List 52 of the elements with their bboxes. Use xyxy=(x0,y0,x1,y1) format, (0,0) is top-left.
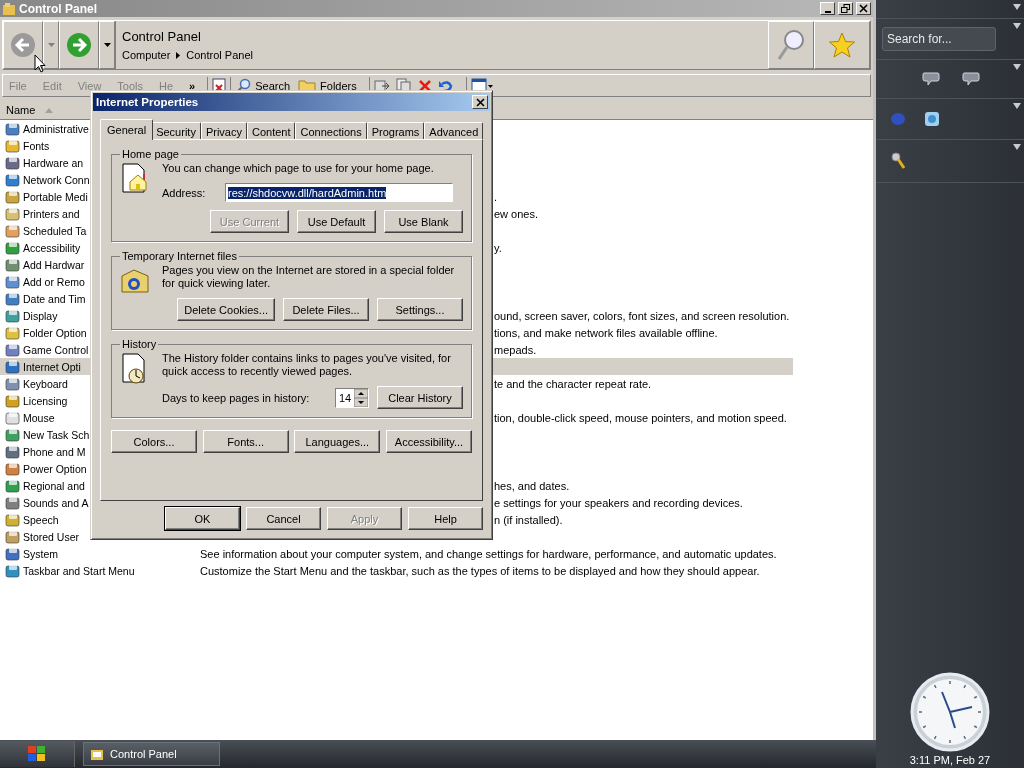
item-description: Customize the Start Menu and the taskbar, such as the types of items to be displayed and how they should appear. xyxy=(199,564,760,577)
item-description: n (if installed). xyxy=(493,513,563,526)
item-name: Sounds and A xyxy=(23,496,89,509)
field-label: Address: xyxy=(162,186,207,199)
item-description: . xyxy=(493,190,498,203)
clock-time: 3:11 PM, Feb 27 xyxy=(909,754,991,766)
group-description: You can change which page to use for your home page. xyxy=(162,162,435,175)
group-title: Temporary Internet files xyxy=(121,250,238,262)
item-description: ound, screen saver, colors, font sizes, and screen resolution. xyxy=(493,309,790,322)
item-name: Folder Option xyxy=(23,326,87,339)
item-description: y. xyxy=(493,241,502,254)
item-name: Game Control xyxy=(23,343,89,356)
item-description: tion, double-click speed, mouse pointers, and motion speed. xyxy=(493,411,787,424)
group-description: Pages you view on the Internet are stored in a special folder for quick viewing later. xyxy=(162,264,456,290)
item-name: Network Conn xyxy=(23,173,90,186)
item-name: Taskbar and Start Menu xyxy=(23,564,135,577)
item-name: Administrative xyxy=(23,122,89,135)
item-description: ew ones. xyxy=(493,207,539,220)
item-name: System xyxy=(23,547,58,560)
item-name: Accessibility xyxy=(23,241,81,254)
group-title: Home page xyxy=(121,148,180,160)
item-description: te and the character repeat rate. xyxy=(493,377,652,390)
item-name: Regional and xyxy=(23,479,85,492)
dialog-title: Internet Properties xyxy=(96,96,200,108)
item-description: See information about your computer system, and change settings for hardware, performance, and automatic updates. xyxy=(199,547,777,560)
item-description: e settings for your speakers and recording devices. xyxy=(493,496,743,509)
item-name: Scheduled Ta xyxy=(23,224,87,237)
group-description: The History folder contains links to pages you've visited, for quick access to recently viewed pages. xyxy=(162,352,452,378)
item-name: Portable Medi xyxy=(23,190,88,203)
item-name: Add Hardwar xyxy=(23,258,85,271)
item-name: Keyboard xyxy=(23,377,68,390)
location-title: Control Panel xyxy=(122,29,202,44)
window-title: Control Panel xyxy=(19,1,98,16)
item-name: Licensing xyxy=(23,394,68,407)
field-label: Days to keep pages in history: xyxy=(162,391,311,404)
item-name: Fonts xyxy=(23,139,50,152)
item-description: hes, and dates. xyxy=(493,479,570,492)
item-name: Display xyxy=(23,309,58,322)
item-name: New Task Sch xyxy=(23,428,90,441)
item-name: Printers and xyxy=(23,207,80,220)
item-name: Phone and M xyxy=(23,445,86,458)
item-name: Speech xyxy=(23,513,59,526)
item-name: Stored User xyxy=(23,530,80,543)
item-name: Date and Tim xyxy=(23,292,86,305)
item-name: Hardware an xyxy=(23,156,84,169)
item-name: Power Option xyxy=(23,462,87,475)
item-name: Internet Opti xyxy=(23,360,81,373)
item-name: Add or Remo xyxy=(23,275,85,288)
group-title: History xyxy=(121,338,158,350)
item-description: mepads. xyxy=(493,343,537,356)
item-name: Mouse xyxy=(23,411,55,424)
item-description: tions, and make network files available offline. xyxy=(493,326,718,339)
